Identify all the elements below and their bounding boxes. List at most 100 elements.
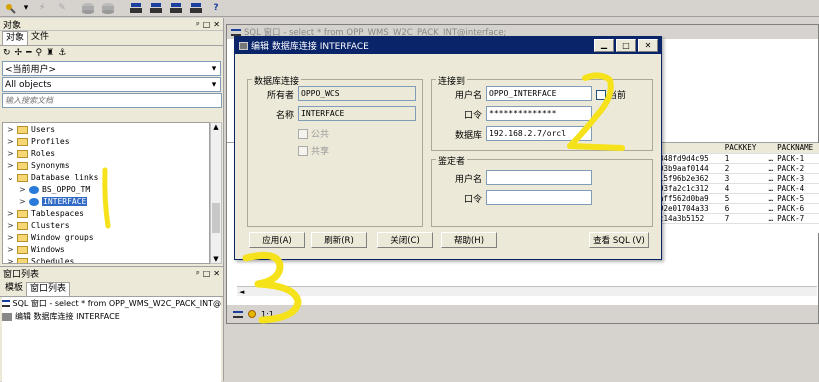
grid-cell-packkey[interactable]: 6	[722, 203, 767, 214]
grid-cell-packname[interactable]: PACK-5	[775, 193, 819, 204]
tree-node[interactable]: > Tablespaces	[3, 208, 209, 220]
search-input[interactable]	[2, 93, 222, 108]
close-dialog-button[interactable]: 关闭(C)	[377, 232, 433, 248]
scroll-down-icon[interactable]: ▼	[211, 255, 221, 263]
table-row[interactable]: aff562d0ba9 5… PACK-5	[657, 193, 819, 204]
owner-field[interactable]: OPPO_WCS	[298, 86, 416, 101]
collapse-arrow-icon[interactable]: >	[7, 148, 15, 160]
filter-icon[interactable]: ⚓	[58, 48, 66, 58]
maximize-button[interactable]: □	[616, 39, 636, 52]
disk2-icon[interactable]	[100, 1, 116, 15]
ship3-icon[interactable]	[168, 1, 184, 15]
scroll-thumb[interactable]	[212, 203, 220, 233]
expand-arrow-icon[interactable]: ⌄	[7, 172, 15, 184]
username-field[interactable]: OPPO_INTERFACE	[486, 86, 592, 101]
help-icon[interactable]: ?	[208, 1, 224, 15]
pin-icon[interactable]: ᵖ	[196, 20, 199, 29]
grid-cell-ellipsis[interactable]: …	[766, 203, 776, 214]
lightning-icon[interactable]: ⚡	[34, 1, 50, 15]
table-row[interactable]: 15f96b2e362 3… PACK-3	[657, 173, 819, 184]
minimize-button[interactable]: ▁	[594, 39, 614, 52]
pin-icon[interactable]: ᵖ	[196, 269, 199, 278]
collapse-arrow-icon[interactable]: >	[7, 220, 15, 232]
tree-node[interactable]: > Synonyms	[3, 160, 209, 172]
grid-cell-packname[interactable]: PACK-2	[775, 163, 819, 174]
grid-cell-packname[interactable]: PACK-6	[775, 203, 819, 214]
shared-checkbox[interactable]: 共享	[298, 144, 329, 157]
collapse-arrow-icon[interactable]: >	[7, 256, 15, 263]
tree-scrollbar[interactable]: ▲ ▼	[210, 122, 222, 264]
refresh-button[interactable]: 刷新(R)	[311, 232, 367, 248]
chevron-down-icon[interactable]: ▾	[208, 64, 220, 74]
tab-files[interactable]: 文件	[28, 31, 52, 45]
tree-node[interactable]: > Schedules	[3, 256, 209, 263]
grid-cell-id[interactable]: c14a3b5152	[657, 213, 723, 224]
public-checkbox[interactable]: 公共	[298, 127, 329, 140]
collapse-arrow-icon[interactable]: >	[7, 232, 15, 244]
grid-cell-id[interactable]: 15f96b2e362	[657, 173, 723, 184]
tab-objects[interactable]: 对象	[2, 31, 29, 45]
current-checkbox-box[interactable]	[596, 89, 606, 100]
grid-hscrollbar[interactable]: ◄	[237, 286, 817, 296]
grid-cell-id[interactable]: 848fd9d4c95	[657, 153, 723, 164]
table-row[interactable]: 03b9aaf0144 2… PACK-2	[657, 163, 819, 174]
grid-cell-packkey[interactable]: 1	[722, 153, 767, 164]
public-checkbox-box[interactable]	[298, 128, 308, 139]
table-row[interactable]: 848fd9d4c95 1… PACK-1	[657, 153, 819, 164]
pen-icon[interactable]: ✎	[54, 1, 70, 15]
tree-node[interactable]: > BS_OPPO_TM	[3, 184, 209, 196]
grid-cell-ellipsis[interactable]: …	[766, 173, 776, 184]
ship-icon[interactable]	[128, 1, 144, 15]
dropdown-arrow-icon[interactable]: ▾	[22, 1, 30, 15]
float-icon[interactable]: □	[203, 20, 211, 29]
grid-header[interactable]: PACKNAME	[775, 143, 819, 154]
binoculars-icon[interactable]: ♜	[46, 48, 54, 58]
grid-cell-id[interactable]: 03b9aaf0144	[657, 163, 723, 174]
dialog-titlebar[interactable]: 编辑 数据库连接 INTERFACE ▁ □ ✕	[235, 37, 661, 54]
grid-cell-packkey[interactable]: 3	[722, 173, 767, 184]
grid-cell-ellipsis[interactable]: …	[766, 153, 776, 164]
objects-type-select[interactable]: All objects ▾	[2, 77, 221, 92]
tree-node[interactable]: > Window groups	[3, 232, 209, 244]
tree-node[interactable]: ⌄ Database links	[3, 172, 209, 184]
tree-node[interactable]: > INTERFACE	[3, 196, 209, 208]
collapse-arrow-icon[interactable]: >	[7, 160, 15, 172]
list-item[interactable]: SQL 窗口 - select * from OPP_WMS_W2C_PACK_…	[2, 297, 221, 310]
grid-cell-packname[interactable]: PACK-3	[775, 173, 819, 184]
view-sql-button[interactable]: 查看 SQL (V)	[589, 232, 649, 248]
grid-cell-id[interactable]: 92e01704a33	[657, 203, 723, 214]
password-field[interactable]: **************	[486, 106, 592, 121]
grid-cell-id[interactable]: aff562d0ba9	[657, 193, 723, 204]
grid-cell-ellipsis[interactable]: …	[766, 163, 776, 174]
tree-node[interactable]: > Users	[3, 124, 209, 136]
grid-cell-packname[interactable]: PACK-1	[775, 153, 819, 164]
float-icon[interactable]: □	[203, 269, 211, 278]
list-item[interactable]: 编辑 数据库连接 INTERFACE	[2, 310, 221, 323]
table-row[interactable]: c14a3b5152 7… PACK-7	[657, 213, 819, 224]
tab-templates[interactable]: 模板	[2, 282, 26, 296]
grid-cell-ellipsis[interactable]: …	[766, 193, 776, 204]
find-icon[interactable]: ⚲	[36, 48, 43, 58]
scroll-left-icon[interactable]: ◄	[237, 288, 244, 296]
grid-cell-packkey[interactable]: 5	[722, 193, 767, 204]
ship4-icon[interactable]	[188, 1, 204, 15]
grid-cell-packkey[interactable]: 4	[722, 183, 767, 194]
current-checkbox[interactable]: 当前	[596, 88, 626, 101]
minus-icon[interactable]: ━	[26, 48, 31, 58]
grid-cell-packkey[interactable]: 2	[722, 163, 767, 174]
collapse-arrow-icon[interactable]: >	[7, 136, 15, 148]
add-icon[interactable]: ✢	[15, 48, 23, 58]
table-row[interactable]: 03fa2c1c312 4… PACK-4	[657, 183, 819, 194]
refresh-icon[interactable]: ↻	[3, 48, 11, 58]
tree-node[interactable]: > Windows	[3, 244, 209, 256]
collapse-arrow-icon[interactable]: >	[7, 208, 15, 220]
tree-node[interactable]: > Profiles	[3, 136, 209, 148]
grid-cell-ellipsis[interactable]: …	[766, 213, 776, 224]
tab-window-list[interactable]: 窗口列表	[26, 282, 71, 296]
grid-cell-id[interactable]: 03fa2c1c312	[657, 183, 723, 194]
grid-header[interactable]: PACKKEY	[722, 143, 767, 154]
name-field[interactable]: INTERFACE	[298, 106, 416, 121]
auth-username-field[interactable]	[486, 170, 592, 185]
grid-cell-ellipsis[interactable]: …	[766, 183, 776, 194]
ship2-icon[interactable]	[148, 1, 164, 15]
